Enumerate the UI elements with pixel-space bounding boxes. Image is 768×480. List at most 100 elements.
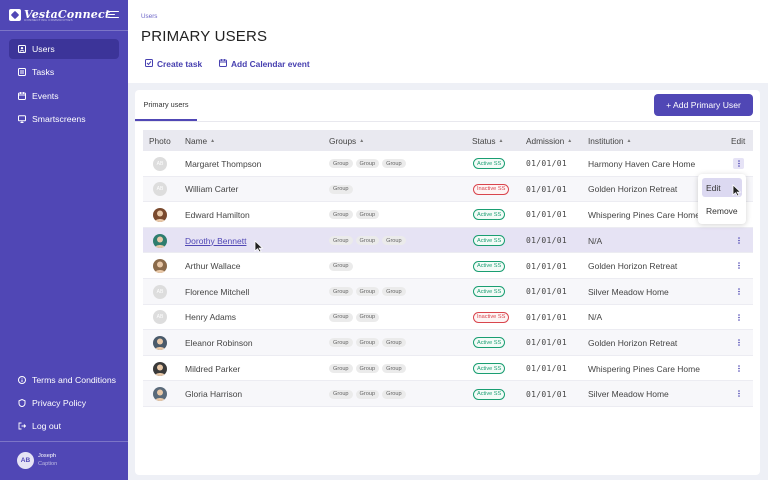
add-calendar-event-label: Add Calendar event — [231, 59, 310, 69]
column-groups[interactable]: Groups ▲ — [329, 130, 364, 151]
sidebar-item-logout[interactable]: Log out — [9, 416, 119, 436]
groups-cell: Group Group Group — [329, 381, 409, 407]
table-row[interactable]: Arthur Wallace Group Active SS 01/01/01 … — [143, 253, 753, 279]
column-admission[interactable]: Admission ▲ — [526, 130, 572, 151]
institution: N/A — [588, 312, 603, 323]
shield-icon — [18, 399, 26, 407]
group-chip: Group — [382, 364, 406, 374]
status-badge: Active SS — [473, 337, 506, 349]
logo-icon — [9, 8, 21, 21]
sidebar-item-tasks[interactable]: Tasks — [9, 62, 119, 82]
groups-cell: Group — [329, 177, 356, 203]
column-status[interactable]: Status ▲ — [472, 130, 503, 151]
table-row[interactable]: AB Margaret Thompson Group Group Group Act… — [143, 151, 753, 177]
user-name: Margaret Thompson — [185, 158, 262, 169]
sort-icon: ▲ — [626, 137, 632, 144]
more-options-icon[interactable] — [733, 158, 744, 169]
photo-cell — [153, 253, 167, 279]
table-row[interactable]: Mildred Parker Group Group Group Active SS… — [143, 356, 753, 382]
group-chip: Group — [355, 159, 380, 169]
remove-menu-item[interactable]: Remove — [702, 201, 742, 220]
table-row[interactable]: AB William Carter Group Inactive SS 01/0… — [143, 176, 753, 203]
divider — [135, 121, 760, 122]
table-header: Photo Name ▲ Groups ▲ Status ▲ Admission ▲ I… — [143, 130, 753, 151]
sidebar-item-label: Privacy Policy — [32, 398, 87, 408]
sidebar-item-label: Terms and Conditions — [32, 375, 117, 385]
sidebar-item-terms[interactable]: Terms and Conditions — [9, 370, 119, 390]
groups-cell: Group — [329, 253, 356, 279]
status-badge: Active SS — [473, 363, 506, 375]
user-name: Arthur Wallace — [185, 261, 241, 272]
more-options-icon[interactable] — [733, 235, 744, 246]
breadcrumb[interactable]: Users — [141, 13, 157, 20]
column-name[interactable]: Name ▲ — [185, 130, 215, 151]
table-row[interactable]: Dorothy Bennett Group Group Group Active S… — [143, 227, 753, 254]
avatar — [153, 361, 167, 376]
sidebar-item-events[interactable]: Events — [9, 86, 119, 106]
group-chip: Group — [329, 389, 353, 399]
status-cell: Inactive SS — [473, 305, 510, 331]
sidebar-item-label: Users — [32, 44, 55, 54]
sidebar-item-smartscreens[interactable]: Smartscreens — [9, 109, 119, 129]
admission-date: 01/01/01 — [526, 159, 567, 169]
avatar: AB — [153, 284, 167, 299]
admission-date: 01/01/01 — [526, 364, 567, 374]
table-row[interactable]: Gloria Harrison Group Group Group Active S… — [143, 381, 753, 407]
groups-cell: Group Group Group — [329, 228, 409, 254]
more-options-icon[interactable] — [733, 286, 744, 297]
create-task-button[interactable]: Create task — [145, 59, 202, 69]
user-name: William Carter — [185, 184, 239, 195]
more-options-icon[interactable] — [733, 388, 744, 399]
tab-primary-users[interactable]: Primary users — [135, 90, 197, 121]
status-cell: Active SS — [473, 151, 506, 177]
sidebar: VestaConnect CONNECTING COMMUNITIES User… — [0, 0, 128, 480]
task-icon — [145, 59, 153, 69]
more-options-icon[interactable] — [733, 312, 744, 323]
table-row[interactable]: Edward Hamilton Group Group Active SS 01/… — [143, 202, 753, 228]
mouse-cursor-icon — [732, 184, 742, 197]
sidebar-item-privacy[interactable]: Privacy Policy — [9, 393, 119, 413]
more-options-icon[interactable] — [733, 337, 744, 348]
column-label: Status — [472, 135, 496, 146]
table-row[interactable]: AB Henry Adams Group Group Inactive SS 01… — [143, 305, 753, 331]
collapse-sidebar-icon[interactable] — [108, 9, 119, 20]
sort-icon: ▲ — [498, 137, 504, 144]
group-chip: Group — [355, 210, 380, 220]
avatar: AB — [153, 156, 167, 171]
column-label: Photo — [149, 135, 171, 146]
institution: Golden Horizon Retreat — [588, 337, 678, 348]
column-institution[interactable]: Institution ▲ — [588, 130, 631, 151]
institution: Silver Meadow Home — [588, 389, 669, 400]
row-context-menu: Edit Remove — [698, 174, 746, 224]
admission-date: 01/01/01 — [526, 261, 567, 271]
group-chip: Group — [329, 261, 353, 271]
status-cell: Active SS — [473, 330, 506, 356]
groups-cell: Group Group Group — [329, 151, 409, 177]
sidebar-item-label: Smartscreens — [32, 114, 86, 124]
avatar[interactable]: AB — [17, 452, 34, 469]
table-row[interactable]: Eleanor Robinson Group Group Group Active … — [143, 330, 753, 356]
group-chip: Group — [329, 159, 353, 169]
table-row[interactable]: AB Florence Mitchell Group Group Group Act… — [143, 279, 753, 305]
page-header: Users PRIMARY USERS Create task Add Cale… — [128, 0, 768, 83]
institution: Golden Horizon Retreat — [588, 261, 678, 272]
column-label: Admission — [526, 135, 565, 146]
sidebar-item-label: Tasks — [32, 67, 55, 77]
groups-cell: Group Group Group — [329, 279, 409, 305]
photo-cell: AB — [153, 151, 167, 177]
group-chip: Group — [382, 287, 406, 297]
column-photo: Photo — [149, 130, 171, 151]
monitor-icon — [18, 115, 26, 123]
more-options-icon[interactable] — [733, 260, 744, 271]
sidebar-item-users[interactable]: Users — [9, 39, 119, 59]
add-primary-user-button[interactable]: + Add Primary User — [654, 94, 753, 116]
divider — [0, 441, 128, 442]
group-chip: Group — [329, 287, 353, 297]
group-chip: Group — [329, 236, 353, 246]
institution: Golden Horizon Retreat — [588, 184, 678, 195]
user-name: Joseph — [38, 453, 57, 459]
add-calendar-event-button[interactable]: Add Calendar event — [219, 59, 310, 69]
avatar — [153, 259, 167, 274]
more-options-icon[interactable] — [733, 363, 744, 374]
column-label: Institution — [588, 135, 624, 146]
